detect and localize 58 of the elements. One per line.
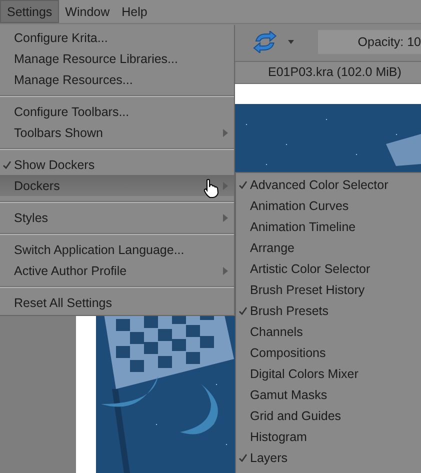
menu-item[interactable]: Advanced Color Selector [236,174,421,195]
menu-item[interactable]: Arrange [236,237,421,258]
menu-bar-item[interactable]: Help [116,0,154,24]
caret-icon[interactable] [288,40,294,44]
menu-item[interactable]: Manage Resource Libraries... [0,48,234,69]
menu-item-label: Arrange [250,240,294,254]
menu-item-label: Animation Curves [250,198,349,212]
menu-item-label: Channels [250,324,303,338]
menu-item-label: Switch Application Language... [14,242,184,256]
menu-item[interactable]: Compositions [236,342,421,363]
menu-item[interactable]: Reset All Settings [0,292,234,313]
menu-item[interactable]: Configure Toolbars... [0,101,234,122]
menu-item[interactable]: Digital Colors Mixer [236,363,421,384]
menu-item[interactable]: Dockers [0,175,234,196]
menu-item[interactable]: Configure Krita... [0,27,234,48]
menu-item-label: Toolbars Shown [14,126,103,140]
hand-cursor-icon [203,179,219,198]
menu-item[interactable]: Active Author Profile [0,260,234,281]
menu-item[interactable]: Manage Resources... [0,69,234,90]
menu-item-label: Compositions [250,346,326,360]
menu-item-label: Digital Colors Mixer [250,366,358,380]
menu-bar-item[interactable]: Window [59,0,116,24]
menu-item[interactable]: Grid and Guides [236,405,421,426]
menu-item-label: Manage Resource Libraries... [14,52,178,66]
menu-item-label: Brush Presets [250,304,329,318]
menu-item-label: Artistic Color Selector [250,262,370,276]
menu-item-label: Brush Preset History [250,282,365,296]
menu-item-label: Show Dockers [14,158,95,172]
menu-item-label: Configure Krita... [14,30,108,44]
menu-item[interactable]: Styles [0,207,234,228]
menu-item[interactable]: Histogram [236,426,421,447]
menu-bar-item[interactable]: Settings [0,0,60,24]
menu-item-label: Histogram [250,430,307,444]
menu-item-label: Animation Timeline [250,220,356,234]
menu-item-label: Layers [250,450,288,464]
menu-item-label: Active Author Profile [14,264,127,278]
menu-item[interactable]: Layers [236,447,421,468]
menu-item[interactable]: Animation Curves [236,195,421,216]
menu-item-label: Dockers [14,178,60,192]
menu-item-label: Manage Resources... [14,72,133,86]
menu-item-label: Configure Toolbars... [14,104,130,118]
refresh-icon[interactable] [252,31,278,54]
menu-item-label: Grid and Guides [250,408,342,422]
document-tab[interactable]: E01P03.kra (102.0 MiB) [236,62,421,83]
opacity-field[interactable]: Opacity: 10 [318,30,421,54]
menu-item[interactable]: Brush Presets [236,300,421,321]
menu-item-label: Styles [14,210,48,224]
menu-item-label: Gamut Masks [250,388,328,402]
menu-item[interactable]: Toolbars Shown [0,122,234,143]
menu-item[interactable]: Animation Timeline [236,216,421,237]
menu-item-label: Reset All Settings [14,296,112,310]
menu-item[interactable]: Gamut Masks [236,384,421,405]
menu-item[interactable]: Switch Application Language... [0,239,234,260]
menu-item[interactable]: Channels [236,321,421,342]
menu-item[interactable]: Brush Preset History [236,279,421,300]
menu-item[interactable]: Artistic Color Selector [236,258,421,279]
menu-item-label: Advanced Color Selector [250,178,388,192]
menu-item[interactable]: Show Dockers [0,154,234,175]
